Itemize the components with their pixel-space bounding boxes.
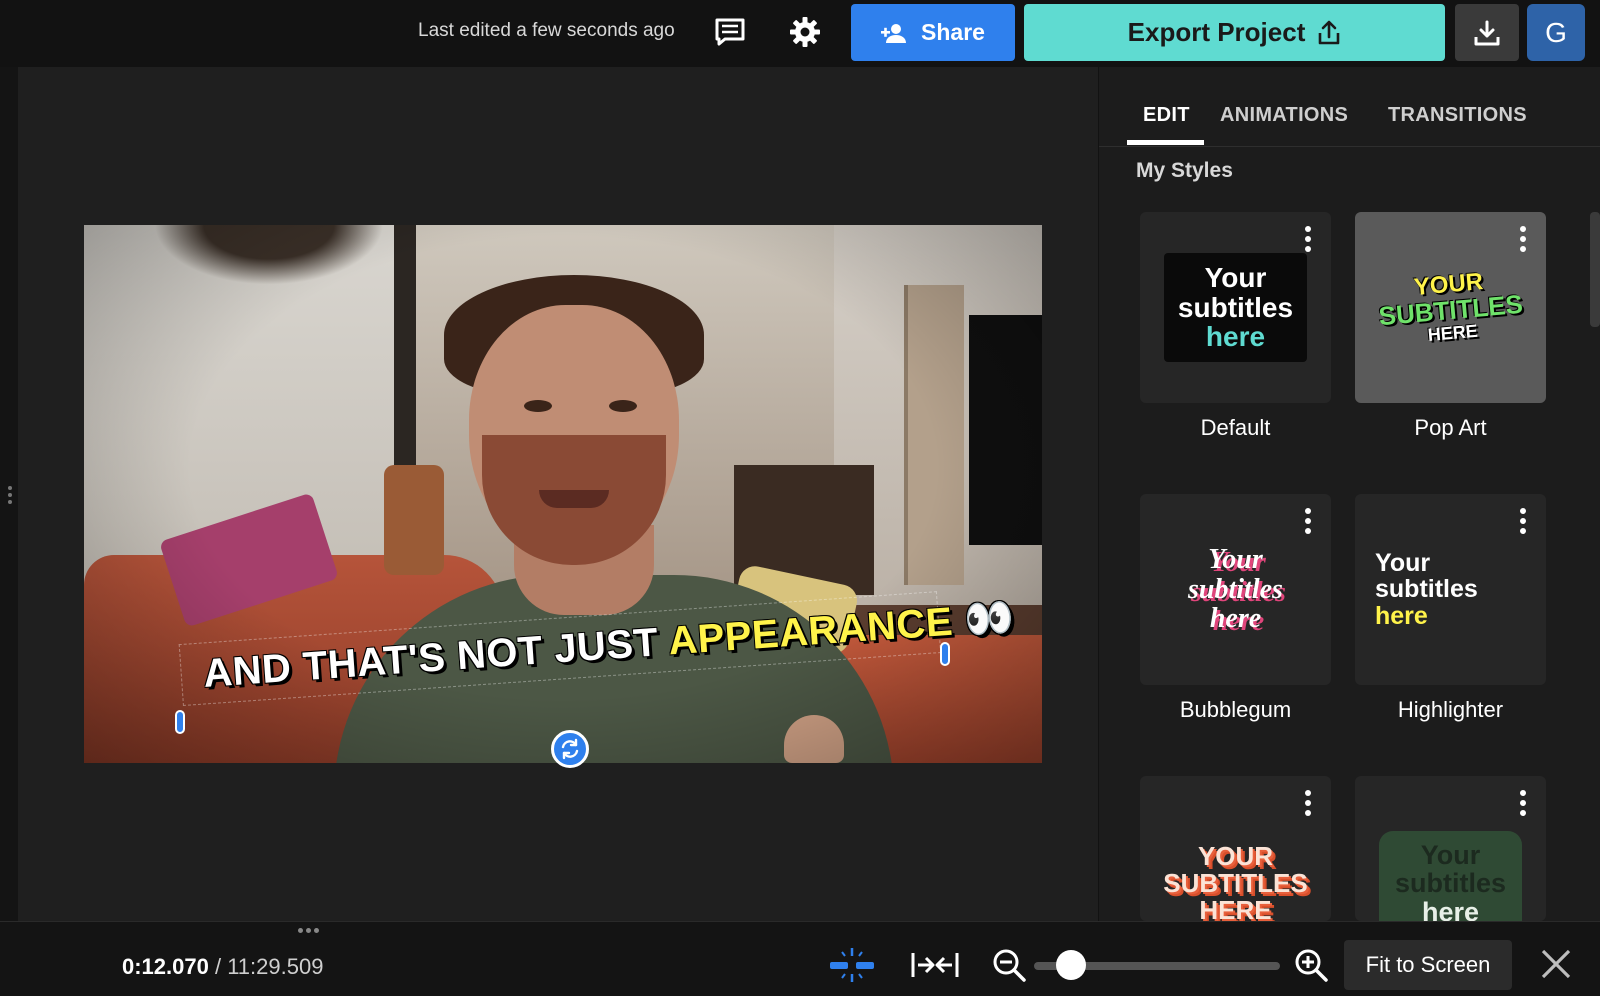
fit-timeline-button[interactable]: [910, 946, 960, 984]
tab-animations[interactable]: ANIMATIONS: [1220, 104, 1348, 127]
style-preview-5: YOUR SUBTITLES HERE: [1163, 840, 1308, 921]
upload-icon: [1319, 20, 1340, 44]
style-card-6[interactable]: Your subtitles here: [1355, 776, 1546, 921]
active-tab-indicator: [1127, 140, 1204, 145]
style-preview-6: Your subtitles here: [1355, 788, 1546, 921]
tab-transitions[interactable]: TRANSITIONS: [1388, 104, 1527, 127]
collapse-arrows-icon: [911, 953, 959, 977]
export-project-button[interactable]: Export Project: [1024, 4, 1445, 61]
style-preview-pop-art: YOUR SUBTITLES HERE: [1377, 267, 1524, 346]
style-card-default[interactable]: Your subtitles here: [1140, 212, 1331, 403]
style-label-default: Default: [1200, 415, 1271, 440]
style-preview-highlighter: Your subtitles here: [1375, 549, 1478, 630]
section-title-my-styles: My Styles: [1136, 159, 1233, 182]
rotate-icon: [561, 738, 579, 760]
total-time: 11:29.509: [227, 954, 324, 979]
style-card-menu-icon[interactable]: [1305, 508, 1311, 534]
style-card-bubblegum[interactable]: Your subtitles here: [1140, 494, 1331, 685]
snap-icon: [830, 948, 874, 982]
zoom-out-icon: [993, 949, 1026, 982]
tab-edit[interactable]: EDIT: [1143, 104, 1190, 127]
style-card-menu-icon[interactable]: [1520, 226, 1526, 252]
style-preview-default: Your subtitles here: [1140, 212, 1331, 403]
avatar-initial: G: [1545, 16, 1567, 48]
style-card-5[interactable]: YOUR SUBTITLES HERE: [1140, 776, 1331, 921]
time-separator: /: [208, 954, 228, 979]
style-card-highlighter[interactable]: Your subtitles here: [1355, 494, 1546, 685]
style-card-pop-art[interactable]: YOUR SUBTITLES HERE: [1355, 212, 1546, 403]
settings-button[interactable]: [787, 14, 823, 50]
timeline-resize-handle[interactable]: [298, 928, 319, 933]
comments-icon: [715, 18, 745, 46]
style-card-menu-icon[interactable]: [1305, 790, 1311, 816]
comments-button[interactable]: [712, 14, 748, 50]
left-panel-resize-handle[interactable]: [8, 486, 12, 504]
subtitle-emoji: 👀: [962, 595, 1017, 643]
user-avatar[interactable]: G: [1527, 4, 1585, 61]
zoom-slider-knob[interactable]: [1056, 950, 1086, 980]
style-label-highlighter: Highlighter: [1397, 697, 1504, 722]
share-button[interactable]: Share: [851, 4, 1015, 61]
playback-time: 0:12.070 / 11:29.509: [122, 954, 323, 980]
last-edited-status: Last edited a few seconds ago: [418, 20, 675, 41]
zoom-in-icon: [1295, 949, 1328, 982]
style-card-menu-icon[interactable]: [1305, 226, 1311, 252]
zoom-out-button[interactable]: [984, 946, 1034, 984]
style-label-pop-art: Pop Art: [1414, 415, 1487, 440]
subtitle-element[interactable]: AND THAT'S NOT JUST APPEARANCE 👀: [175, 591, 1016, 740]
gear-icon: [790, 17, 820, 47]
add-person-icon: [881, 23, 907, 43]
download-icon: [1474, 20, 1500, 45]
style-card-menu-icon[interactable]: [1520, 508, 1526, 534]
subtitle-resize-handle-right[interactable]: [940, 642, 950, 666]
subtitle-resize-handle-left[interactable]: [175, 710, 185, 734]
fit-to-screen-label: Fit to Screen: [1365, 952, 1491, 977]
top-bar: Last edited a few seconds ago Share Expo…: [0, 0, 1600, 66]
close-timeline-button[interactable]: [1536, 944, 1576, 984]
style-panel: EDIT ANIMATIONS TRANSITIONS My Styles Yo…: [1099, 67, 1600, 921]
snap-button[interactable]: [827, 946, 877, 984]
download-button[interactable]: [1455, 4, 1519, 61]
style-card-menu-icon[interactable]: [1520, 790, 1526, 816]
panel-scrollbar[interactable]: [1590, 212, 1600, 327]
share-label: Share: [921, 19, 985, 45]
current-time: 0:12.070: [122, 954, 209, 979]
panel-tabs: EDIT ANIMATIONS TRANSITIONS: [1099, 67, 1600, 147]
timeline-toolbar: 0:12.070 / 11:29.509 Fit to Screen: [0, 921, 1600, 996]
fit-to-screen-button[interactable]: Fit to Screen: [1344, 940, 1512, 990]
export-label: Export Project: [1127, 17, 1306, 47]
close-icon: [1541, 949, 1571, 979]
rotate-handle[interactable]: [551, 730, 589, 768]
style-preview-bubblegum: Your subtitles here: [1188, 544, 1283, 635]
zoom-in-button[interactable]: [1286, 946, 1336, 984]
style-label-bubblegum: Bubblegum: [1179, 697, 1292, 722]
